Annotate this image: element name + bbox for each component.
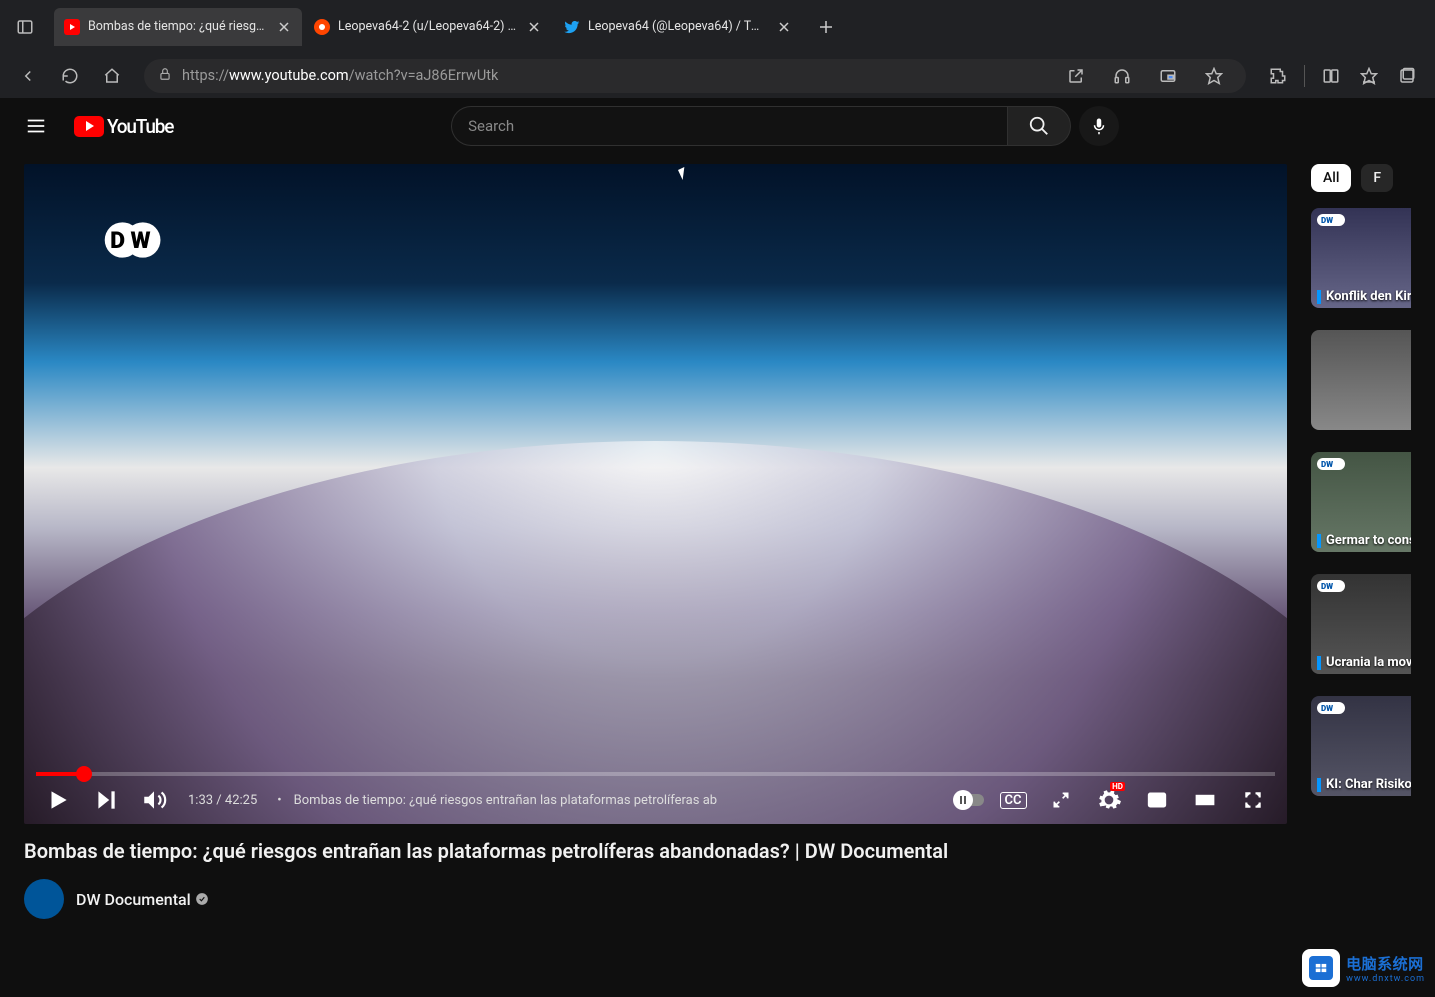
watermark-text: 电脑系统网: [1346, 953, 1425, 974]
twitter-icon: [564, 19, 580, 35]
filter-chips: All F: [1311, 164, 1411, 192]
related-video[interactable]: DW Ucrania la movi: [1311, 574, 1411, 674]
svg-text:D: D: [110, 227, 125, 254]
verified-icon: [195, 892, 209, 906]
video-player[interactable]: DW 1:33 / 42:25 • Bombas de tie: [24, 164, 1287, 824]
related-sidebar: All F DW Konflik den Kir DW Germar to co…: [1311, 164, 1411, 997]
separator-dot: •: [277, 793, 281, 808]
svg-text:DW: DW: [1321, 216, 1333, 225]
search-input[interactable]: [451, 106, 1007, 146]
theater-button[interactable]: [1183, 778, 1227, 822]
youtube-logo-text: YouTube: [107, 115, 173, 138]
related-video[interactable]: DW Germar to cons: [1311, 452, 1411, 552]
volume-button[interactable]: [132, 778, 176, 822]
pip-icon[interactable]: [1150, 58, 1186, 94]
next-button[interactable]: [84, 778, 128, 822]
site-watermark: 电脑系统网 www.dnxtw.com: [1302, 949, 1425, 987]
address-bar-row: https://www.youtube.com/watch?v=aJ86Errw…: [0, 53, 1435, 98]
tab-title: Bombas de tiempo: ¿qué riesgos: [88, 19, 268, 34]
close-icon[interactable]: [526, 19, 542, 35]
home-button[interactable]: [94, 58, 130, 94]
fullwindow-button[interactable]: [1039, 778, 1083, 822]
content-row: DW 1:33 / 42:25 • Bombas de tie: [0, 154, 1435, 997]
autoplay-toggle[interactable]: [951, 778, 987, 822]
time-display: 1:33 / 42:25: [188, 793, 257, 808]
dw-mini-icon: DW: [1317, 458, 1345, 470]
new-tab-button[interactable]: [810, 11, 842, 43]
player-controls: 1:33 / 42:25 • Bombas de tiempo: ¿qué ri…: [24, 776, 1287, 824]
search-button[interactable]: [1007, 106, 1071, 146]
extensions-icon[interactable]: [1260, 58, 1296, 94]
toolbar-right: [1260, 58, 1425, 94]
youtube-page: YouTube DW: [0, 98, 1435, 997]
watermark-url: www.dnxtw.com: [1346, 974, 1425, 984]
refresh-button[interactable]: [52, 58, 88, 94]
svg-text:DW: DW: [1321, 460, 1333, 469]
related-title: Konflik den Kir: [1317, 290, 1411, 304]
tab-actions-button[interactable]: [8, 10, 42, 44]
youtube-icon: [64, 19, 80, 35]
youtube-masthead: YouTube: [0, 98, 1435, 154]
close-icon[interactable]: [776, 19, 792, 35]
split-screen-icon[interactable]: [1313, 58, 1349, 94]
tab-youtube[interactable]: Bombas de tiempo: ¿qué riesgos: [54, 8, 302, 46]
svg-text:W: W: [131, 227, 151, 254]
related-video[interactable]: [1311, 330, 1411, 430]
favorites-icon[interactable]: [1351, 58, 1387, 94]
guide-menu-button[interactable]: [16, 106, 56, 146]
play-button[interactable]: [36, 778, 80, 822]
hd-badge: HD: [1110, 782, 1125, 791]
tab-title: Leopeva64-2 (u/Leopeva64-2) - F: [338, 19, 518, 34]
search-container: [191, 106, 1419, 146]
chip-partial[interactable]: F: [1361, 164, 1393, 192]
watermark-logo-icon: [1302, 949, 1340, 987]
youtube-logo[interactable]: YouTube: [74, 115, 173, 138]
related-title: KI: Char Risiko fi: [1317, 778, 1411, 792]
subtitles-button[interactable]: CC: [991, 778, 1035, 822]
headphones-icon[interactable]: [1104, 58, 1140, 94]
close-icon[interactable]: [276, 19, 292, 35]
lock-icon: [158, 66, 172, 85]
separator: [1304, 65, 1305, 87]
mouse-cursor-icon: [680, 168, 687, 179]
channel-avatar[interactable]: [24, 879, 64, 919]
svg-text:DW: DW: [1321, 582, 1333, 591]
channel-row: DW Documental: [24, 879, 1287, 919]
miniplayer-button[interactable]: [1135, 778, 1179, 822]
related-video[interactable]: DW Konflik den Kir: [1311, 208, 1411, 308]
browser-tab-strip: Bombas de tiempo: ¿qué riesgos Leopeva64…: [0, 0, 1435, 53]
player-column: DW 1:33 / 42:25 • Bombas de tie: [24, 164, 1287, 997]
dw-mini-icon: DW: [1317, 580, 1345, 592]
chip-all[interactable]: All: [1311, 164, 1351, 192]
url-text: https://www.youtube.com/watch?v=aJ86Errw…: [182, 67, 498, 84]
favorite-star-icon[interactable]: [1196, 58, 1232, 94]
tab-title: Leopeva64 (@Leopeva64) / Twitt: [588, 19, 768, 34]
channel-name[interactable]: DW Documental: [76, 890, 209, 909]
settings-button[interactable]: HD: [1087, 778, 1131, 822]
tab-twitter[interactable]: Leopeva64 (@Leopeva64) / Twitt: [554, 8, 802, 46]
collections-icon[interactable]: [1389, 58, 1425, 94]
fullscreen-button[interactable]: [1231, 778, 1275, 822]
related-title: Germar to cons: [1317, 534, 1411, 548]
dw-watermark-icon: DW: [102, 218, 170, 266]
reddit-icon: [314, 19, 330, 35]
voice-search-button[interactable]: [1079, 106, 1119, 146]
video-title: Bombas de tiempo: ¿qué riesgos entrañan …: [24, 838, 1287, 865]
youtube-play-icon: [74, 116, 104, 137]
related-video[interactable]: DW KI: Char Risiko fi: [1311, 696, 1411, 796]
video-frame: [24, 441, 1287, 824]
chapter-title[interactable]: Bombas de tiempo: ¿qué riesgos entrañan …: [294, 793, 717, 808]
open-external-icon[interactable]: [1058, 58, 1094, 94]
dw-mini-icon: DW: [1317, 702, 1345, 714]
related-title: Ucrania la movi: [1317, 656, 1411, 670]
address-bar[interactable]: https://www.youtube.com/watch?v=aJ86Errw…: [144, 59, 1246, 93]
dw-mini-icon: DW: [1317, 214, 1345, 226]
back-button[interactable]: [10, 58, 46, 94]
tabs-container: Bombas de tiempo: ¿qué riesgos Leopeva64…: [54, 0, 842, 53]
svg-text:DW: DW: [1321, 704, 1333, 713]
tab-reddit[interactable]: Leopeva64-2 (u/Leopeva64-2) - F: [304, 8, 552, 46]
